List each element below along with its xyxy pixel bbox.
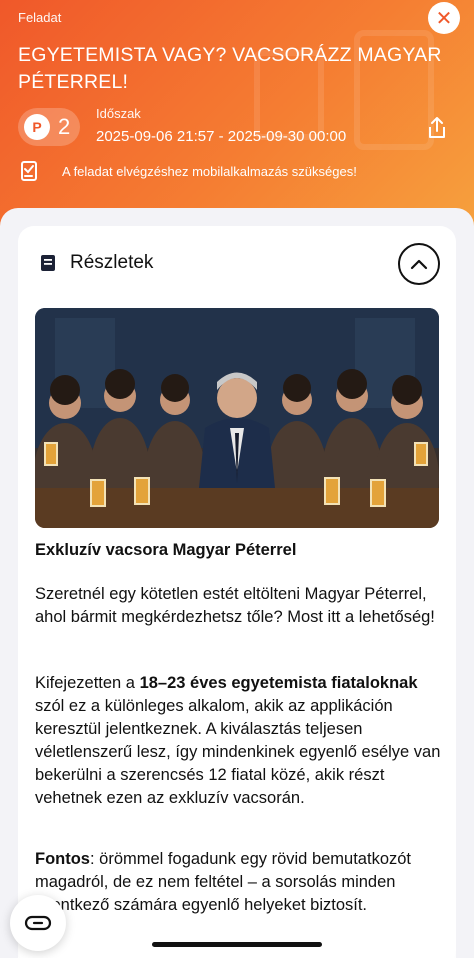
period-value: 2025-09-06 21:57 - 2025-09-30 00:00	[96, 128, 347, 145]
paragraph-text: szól ez a különleges alkalom, akik az ap…	[35, 697, 441, 807]
share-icon	[429, 117, 445, 138]
share-button[interactable]	[426, 116, 448, 140]
details-paragraph: Szeretnél egy kötetlen estét eltölteni M…	[35, 585, 435, 626]
period-label: Időszak	[96, 106, 141, 121]
home-indicator	[152, 942, 322, 947]
highlight-text: Fontos	[35, 850, 90, 868]
collapse-button[interactable]	[398, 243, 440, 285]
details-paragraph: Kifejezetten a 18–23 éves egyetemista fi…	[35, 672, 445, 810]
points-badge: P 2	[18, 108, 80, 146]
app-required-notice: A feladat elvégzéshez mobilalkalmazás sz…	[20, 160, 357, 182]
details-label: Részletek	[70, 252, 154, 273]
paragraph-text: : örömmel fogadunk egy rövid bemutatkozó…	[35, 850, 412, 914]
notebook-icon	[41, 255, 55, 271]
chat-button[interactable]	[10, 895, 66, 951]
paragraph-text: Kifejezetten a	[35, 674, 140, 692]
details-header: Részletek	[40, 252, 153, 274]
points-coin-icon: P	[24, 114, 50, 140]
section-label: Feladat	[18, 10, 62, 25]
dinner-illustration	[35, 308, 439, 528]
close-icon: ✕	[435, 7, 453, 30]
notice-text: A feladat elvégzéshez mobilalkalmazás sz…	[62, 163, 357, 179]
close-button[interactable]: ✕	[428, 2, 460, 34]
highlight-text: 18–23 éves egyetemista fiataloknak	[139, 674, 418, 692]
points-value: 2	[58, 114, 71, 139]
task-title: EGYETEMISTA VAGY? VACSORÁZZ MAGYAR PÉTER…	[18, 44, 442, 93]
chat-icon	[24, 915, 52, 931]
details-paragraph: Fontos: örömmel fogadunk egy rövid bemut…	[35, 848, 445, 917]
details-subheading: Exkluzív vacsora Magyar Péterrel	[35, 541, 297, 559]
chevron-up-icon	[410, 259, 428, 270]
checklist-icon	[21, 161, 37, 181]
